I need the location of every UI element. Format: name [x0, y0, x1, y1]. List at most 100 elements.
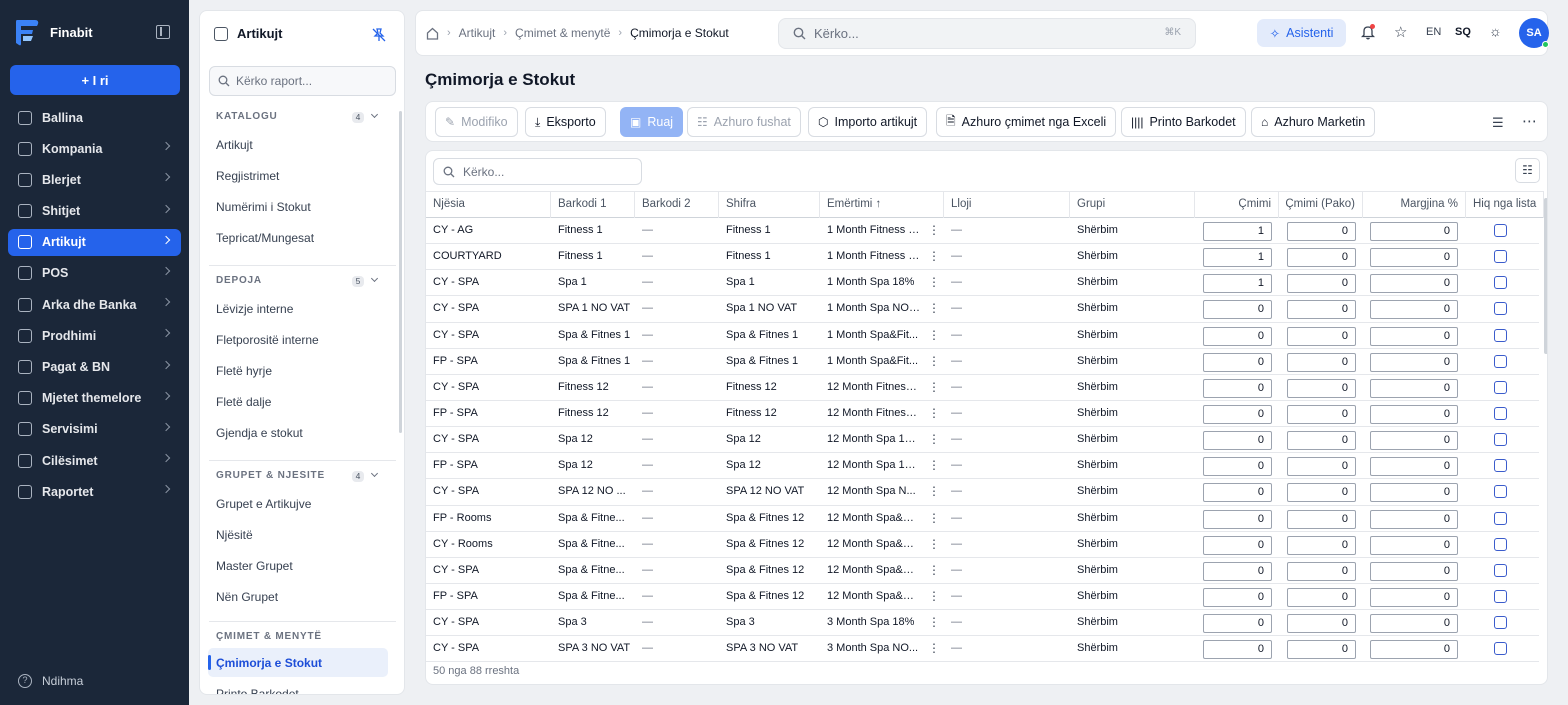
- remove-from-list-checkbox[interactable]: [1494, 537, 1507, 551]
- panel-item[interactable]: Tepricat/Mungesat: [216, 231, 314, 245]
- price-input[interactable]: 0: [1203, 404, 1272, 424]
- package-price-input[interactable]: 0: [1287, 483, 1356, 503]
- breadcrumb-item[interactable]: Artikujt: [459, 26, 496, 40]
- package-price-input[interactable]: 0: [1287, 300, 1356, 320]
- remove-from-list-checkbox[interactable]: [1494, 485, 1507, 499]
- star-icon[interactable]: ☆: [1394, 23, 1407, 41]
- column-header[interactable]: Lloji: [944, 192, 1070, 218]
- more-vertical-icon[interactable]: ⋮: [928, 590, 940, 602]
- more-vertical-icon[interactable]: ⋮: [928, 564, 940, 576]
- nav-item-artikujt[interactable]: Artikujt: [8, 228, 181, 256]
- price-input[interactable]: 0: [1203, 509, 1272, 529]
- remove-from-list-checkbox[interactable]: [1494, 459, 1507, 473]
- chevron-down-icon[interactable]: [370, 274, 379, 283]
- package-price-input[interactable]: 0: [1287, 274, 1356, 294]
- more-vertical-icon[interactable]: ⋮: [928, 381, 940, 393]
- price-input[interactable]: 0: [1203, 326, 1272, 346]
- remove-from-list-checkbox[interactable]: [1494, 250, 1507, 264]
- table-row[interactable]: CY - Rooms Spa & Fitne... — Spa & Fitnes 12…: [426, 532, 1539, 558]
- price-input[interactable]: 0: [1203, 535, 1272, 555]
- more-vertical-icon[interactable]: ⋮: [928, 250, 940, 262]
- more-vertical-icon[interactable]: ⋮: [928, 329, 940, 341]
- table-row[interactable]: CY - SPA Spa 1 — Spa 1 1 Month Spa 18% — Shërb…: [426, 270, 1539, 297]
- panel-item[interactable]: Fletë hyrje: [216, 364, 272, 378]
- column-header[interactable]: Barkodi 1: [551, 192, 635, 218]
- panel-item[interactable]: Fletë dalje: [216, 395, 271, 409]
- chevron-down-icon[interactable]: [370, 110, 379, 119]
- margin-input[interactable]: 0: [1370, 274, 1458, 294]
- table-row[interactable]: CY - SPA Spa & Fitne... — Spa & Fitnes 12 12…: [426, 558, 1539, 584]
- remove-from-list-checkbox[interactable]: [1494, 354, 1507, 368]
- more-vertical-icon[interactable]: ⋮: [928, 512, 940, 524]
- margin-input[interactable]: 0: [1370, 457, 1458, 477]
- package-price-input[interactable]: 0: [1287, 535, 1356, 555]
- remove-from-list-checkbox[interactable]: [1494, 276, 1507, 290]
- more-vertical-icon[interactable]: ⋮: [928, 355, 940, 367]
- panel-item[interactable]: Lëvizje interne: [216, 302, 293, 316]
- panel-item[interactable]: Gjendja e stokut: [216, 426, 303, 440]
- package-price-input[interactable]: 0: [1287, 509, 1356, 529]
- grid-scrollbar[interactable]: [1544, 198, 1547, 354]
- sliders-icon[interactable]: ☰: [1492, 115, 1504, 131]
- more-vertical-icon[interactable]: ⋮: [928, 485, 940, 497]
- update-fields-button[interactable]: ☷ Azhuro fushat: [687, 107, 801, 137]
- margin-input[interactable]: 0: [1370, 326, 1458, 346]
- price-input[interactable]: 1: [1203, 274, 1272, 294]
- price-input[interactable]: 0: [1203, 457, 1272, 477]
- chevron-down-icon[interactable]: [370, 469, 379, 478]
- package-price-input[interactable]: 0: [1287, 352, 1356, 372]
- more-vertical-icon[interactable]: ⋮: [928, 459, 940, 471]
- export-button[interactable]: ⤓ Eksporto: [525, 107, 606, 137]
- margin-input[interactable]: 0: [1370, 640, 1458, 660]
- breadcrumb-item[interactable]: Çmimet & menytë: [515, 26, 610, 40]
- table-row[interactable]: FP - Rooms Spa & Fitne... — Spa & Fitnes 12…: [426, 506, 1539, 532]
- package-price-input[interactable]: 0: [1287, 326, 1356, 346]
- column-header[interactable]: Grupi: [1070, 192, 1195, 218]
- remove-from-list-checkbox[interactable]: [1494, 642, 1507, 656]
- more-vertical-icon[interactable]: ⋮: [928, 538, 940, 550]
- nav-item-servisimi[interactable]: Servisimi: [8, 416, 181, 443]
- remove-from-list-checkbox[interactable]: [1494, 433, 1507, 447]
- margin-input[interactable]: 0: [1370, 300, 1458, 320]
- margin-input[interactable]: 0: [1370, 614, 1458, 634]
- price-input[interactable]: 0: [1203, 483, 1272, 503]
- remove-from-list-checkbox[interactable]: [1494, 328, 1507, 342]
- package-price-input[interactable]: 0: [1287, 248, 1356, 268]
- brand[interactable]: Finabit: [13, 17, 93, 47]
- price-input[interactable]: 0: [1203, 352, 1272, 372]
- column-header[interactable]: Hiq nga lista: [1466, 192, 1544, 218]
- assistant-button[interactable]: ✧ Asistenti: [1257, 19, 1346, 47]
- unpin-icon[interactable]: [372, 28, 386, 42]
- panel-item[interactable]: Grupet e Artikujve: [216, 497, 311, 511]
- price-input[interactable]: 0: [1203, 587, 1272, 607]
- language-en[interactable]: EN: [1426, 26, 1441, 38]
- remove-from-list-checkbox[interactable]: [1494, 589, 1507, 603]
- package-price-input[interactable]: 0: [1287, 640, 1356, 660]
- package-price-input[interactable]: 0: [1287, 587, 1356, 607]
- package-price-input[interactable]: 0: [1287, 457, 1356, 477]
- remove-from-list-checkbox[interactable]: [1494, 406, 1507, 420]
- remove-from-list-checkbox[interactable]: [1494, 563, 1507, 577]
- nav-item-pos[interactable]: POS: [8, 260, 181, 287]
- sun-icon[interactable]: ☼: [1489, 23, 1502, 39]
- column-header[interactable]: Emërtimi ↑: [820, 192, 944, 218]
- margin-input[interactable]: 0: [1370, 483, 1458, 503]
- table-row[interactable]: CY - SPA Spa & Fitnes 1 — Spa & Fitnes 1 1 M…: [426, 323, 1539, 349]
- remove-from-list-checkbox[interactable]: [1494, 380, 1507, 394]
- nav-item-arka-dhe-banka[interactable]: Arka dhe Banka: [8, 291, 181, 318]
- nav-item-kompania[interactable]: Kompania: [8, 135, 181, 162]
- column-header[interactable]: Barkodi 2: [635, 192, 719, 218]
- collapse-sidebar-icon[interactable]: [156, 25, 170, 39]
- column-header[interactable]: Çmimi (Pako): [1279, 192, 1363, 218]
- margin-input[interactable]: 0: [1370, 352, 1458, 372]
- panel-item[interactable]: Njësitë: [216, 528, 253, 542]
- margin-input[interactable]: 0: [1370, 431, 1458, 451]
- margin-input[interactable]: 0: [1370, 587, 1458, 607]
- panel-item[interactable]: Numërimi i Stokut: [216, 200, 311, 214]
- home-icon[interactable]: [426, 27, 439, 40]
- save-button[interactable]: ▣ Ruaj: [620, 107, 684, 137]
- new-button[interactable]: + I ri: [10, 65, 180, 95]
- panel-item[interactable]: Nën Grupet: [216, 590, 278, 604]
- nav-item-cilësimet[interactable]: Cilësimet: [8, 447, 181, 474]
- column-header[interactable]: Margjina %: [1363, 192, 1466, 218]
